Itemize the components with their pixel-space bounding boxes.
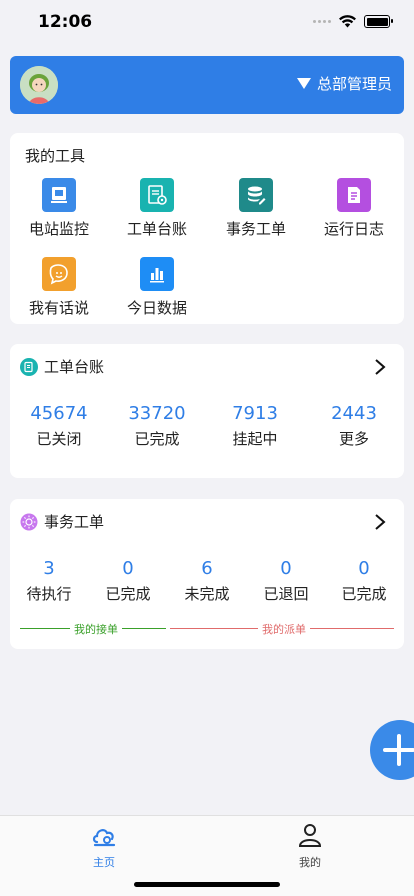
plus-icon-vertical: [397, 734, 401, 766]
tool-today-data[interactable]: 今日数据: [112, 257, 202, 318]
battery-icon: [364, 15, 393, 28]
tab-home[interactable]: 主页: [64, 822, 144, 870]
stat-label: 已退回: [263, 585, 309, 603]
dropdown-triangle-icon: [296, 78, 311, 89]
add-button[interactable]: [370, 720, 414, 780]
status-time: 12:06: [38, 12, 93, 32]
affairs-stat-dispatched-completed[interactable]: 0 已完成: [331, 558, 397, 604]
stat-value: 33720: [128, 403, 186, 424]
stat-value: 0: [280, 558, 292, 579]
speech-face-icon: [42, 257, 76, 291]
affairs-stat-received-completed[interactable]: 0 已完成: [95, 558, 161, 604]
ledger-settings-icon: [140, 178, 174, 212]
tool-label: 电站监控: [28, 220, 89, 238]
header-banner: 总部管理员: [10, 56, 404, 114]
tool-label: 工单台账: [126, 220, 187, 238]
stat-value: 0: [122, 558, 134, 579]
database-edit-icon: [239, 178, 273, 212]
status-bar: 12:06: [0, 0, 414, 48]
stat-label: 待执行: [26, 585, 72, 603]
stat-value: 2443: [331, 403, 377, 424]
stat-value: 0: [358, 558, 370, 579]
chevron-right-icon[interactable]: [370, 357, 390, 377]
tool-label: 我有话说: [28, 299, 89, 317]
stat-value: 45674: [30, 403, 88, 424]
affairs-stat-returned[interactable]: 0 已退回: [253, 558, 319, 604]
stat-label: 已完成: [134, 430, 180, 448]
stat-label: 已完成: [341, 585, 387, 603]
wifi-icon: [339, 15, 356, 28]
sun-icon: [20, 512, 38, 531]
stat-label: 未完成: [184, 585, 230, 603]
ledger-stat-more[interactable]: 2443 更多: [315, 403, 393, 449]
home-indicator: [134, 882, 280, 887]
tab-mine[interactable]: 我的: [270, 822, 350, 870]
role-label: 总部管理员: [316, 75, 392, 93]
tool-label: 今日数据: [126, 299, 187, 317]
user-icon: [298, 824, 322, 847]
stat-value: 7913: [232, 403, 278, 424]
bar-chart-icon: [140, 257, 174, 291]
my-tools-title: 我的工具: [25, 147, 86, 165]
chevron-right-icon[interactable]: [370, 512, 390, 532]
tool-work-order-ledger[interactable]: 工单台账: [112, 178, 202, 239]
stat-label: 更多: [338, 430, 369, 448]
my-tools-card: 我的工具 电站监控 工单台账 事务工单 运行日志 我有话说 今日数据: [10, 133, 404, 324]
tool-station-monitor[interactable]: 电站监控: [14, 178, 104, 239]
affairs-stat-pending[interactable]: 3 待执行: [16, 558, 82, 604]
affairs-title: 事务工单: [44, 513, 105, 531]
status-icons: [313, 15, 393, 28]
stat-label: 挂起中: [232, 430, 278, 448]
tool-operation-log[interactable]: 运行日志: [309, 178, 399, 239]
tool-label: 事务工单: [225, 220, 286, 238]
stat-value: 3: [43, 558, 55, 579]
ledger-stat-suspended[interactable]: 7913 挂起中: [216, 403, 294, 449]
home-cloud-icon: [92, 829, 116, 847]
affairs-header[interactable]: 事务工单: [20, 511, 104, 532]
tool-affairs-order[interactable]: 事务工单: [211, 178, 301, 239]
stat-label: 已完成: [105, 585, 151, 603]
ledger-stat-completed[interactable]: 33720 已完成: [118, 403, 196, 449]
ledger-stat-closed[interactable]: 45674 已关闭: [20, 403, 98, 449]
affairs-order-card: 事务工单 3 待执行 0 已完成 6 未完成 0 已退回 0 已完成 我的接单 …: [10, 499, 404, 649]
tab-mine-label: 我的: [299, 856, 321, 869]
ledger-title: 工单台账: [44, 358, 105, 376]
tool-feedback[interactable]: 我有话说: [14, 257, 104, 318]
stat-value: 6: [201, 558, 213, 579]
signal-icon: [313, 20, 331, 23]
stat-label: 已关闭: [36, 430, 82, 448]
legend-received-label: 我的接单: [70, 621, 122, 637]
ledger-header[interactable]: 工单台账: [20, 356, 104, 377]
ledger-icon: [20, 357, 38, 376]
monitor-icon: [42, 178, 76, 212]
legend-received: 我的接单: [20, 621, 166, 637]
role-selector[interactable]: 总部管理员: [296, 73, 392, 94]
log-document-icon: [337, 178, 371, 212]
legend-dispatched-label: 我的派单: [258, 621, 310, 637]
affairs-stat-unfinished[interactable]: 6 未完成: [174, 558, 240, 604]
tool-label: 运行日志: [323, 220, 384, 238]
tab-home-label: 主页: [93, 856, 115, 869]
work-order-ledger-card: 工单台账 45674 已关闭 33720 已完成 7913 挂起中 2443 更…: [10, 344, 404, 478]
avatar[interactable]: [20, 66, 58, 104]
legend-dispatched: 我的派单: [170, 621, 394, 637]
